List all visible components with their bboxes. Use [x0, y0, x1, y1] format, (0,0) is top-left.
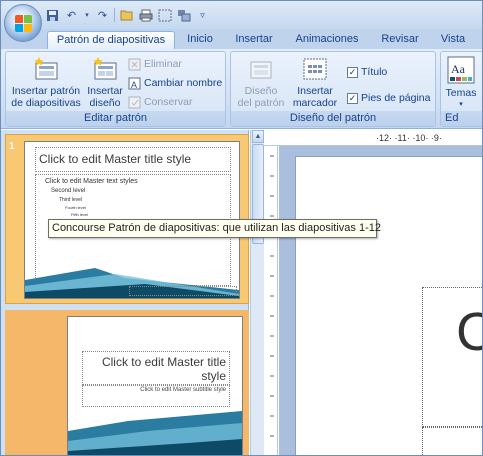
group-editar-patron: Insertar patrón de diapositivas Insertar…	[5, 51, 226, 127]
themes-label: Temas	[445, 87, 477, 99]
current-slide-canvas[interactable]: C	[295, 156, 482, 455]
office-button[interactable]	[4, 4, 42, 42]
insert-placeholder-label-2: marcador	[292, 97, 338, 109]
ruler-labels: ·12· ·11· ·10· ·9·	[376, 133, 442, 143]
layout-icon[interactable]	[176, 8, 191, 23]
delete-icon	[128, 58, 141, 70]
themes-icon: Aa	[447, 56, 475, 84]
rename-button[interactable]: A Cambiar nombre	[128, 75, 222, 91]
insert-slide-master-icon	[33, 56, 59, 82]
powerpoint-window: ↶ ▾ ↷ ▿ Patrón de diapositivas Inicio In…	[0, 0, 483, 456]
save-icon[interactable]	[45, 8, 60, 23]
preserve-button[interactable]: Conservar	[128, 94, 192, 110]
open-folder-icon[interactable]	[119, 8, 134, 23]
customize-qat-icon[interactable]: ▿	[195, 8, 210, 23]
title-checkbox-box[interactable]: ✓	[347, 66, 358, 78]
horizontal-ruler: ·12· ·11· ·10· ·9·	[264, 130, 482, 146]
slide-editing-area[interactable]: C	[279, 146, 482, 455]
title-bar: ↶ ▾ ↷ ▿	[1, 1, 482, 29]
insert-slide-master-button[interactable]: Insertar patrón de diapositivas	[10, 56, 82, 109]
office-logo-icon	[15, 15, 32, 32]
tab-inicio[interactable]: Inicio	[179, 31, 221, 49]
ribbon: Insertar patrón de diapositivas Insertar…	[1, 49, 482, 129]
svg-text:A: A	[131, 80, 137, 90]
layout-title-text: Click to edit Master title style	[101, 355, 226, 383]
master-footer-placeholder	[129, 286, 237, 296]
themes-icon-text: Aa	[451, 62, 466, 76]
footer-checkbox-box[interactable]: ✓	[347, 92, 358, 104]
slide-title-glyph: C	[456, 301, 482, 363]
insert-placeholder-button[interactable]: Insertar marcador	[287, 56, 343, 109]
group-label-editar-tema: Ed	[441, 111, 482, 126]
master-body-l4: Fourth level	[65, 205, 86, 210]
toolbar-divider	[114, 8, 115, 22]
ribbon-tabs: Patrón de diapositivas Inicio Insertar A…	[1, 29, 482, 49]
layout-subtitle-text: Click to edit Master subtitle style	[140, 387, 226, 393]
insert-slide-master-label-1: Insertar patrón	[11, 85, 81, 97]
insert-layout-label-2: diseño	[89, 97, 121, 109]
tab-insertar[interactable]: Insertar	[229, 31, 279, 49]
insert-placeholder-icon	[302, 56, 328, 82]
thumbnail-slot-layout[interactable]: Click to edit Master title style Click t…	[5, 310, 249, 455]
slide-number: 1	[9, 141, 15, 152]
insert-slide-master-label-2: de diapositivas	[11, 97, 81, 109]
master-body-l1: Click to edit Master text styles	[45, 178, 138, 185]
thumbnail-scrollbar[interactable]: ▲	[250, 130, 264, 455]
vertical-ruler	[264, 146, 278, 455]
master-layout-label-1: Diseño	[244, 85, 278, 97]
delete-label: Eliminar	[144, 58, 182, 70]
group-diseno-patron: Diseño del patrón Insertar marcador ✓ Tí…	[230, 51, 436, 127]
master-layout-icon	[248, 56, 274, 82]
delete-button[interactable]: Eliminar	[128, 56, 182, 72]
title-checkbox[interactable]: ✓ Título	[347, 64, 387, 80]
tab-revisar[interactable]: Revisar	[375, 31, 425, 49]
group-label-editar-patron: Editar patrón	[6, 111, 225, 126]
master-body-l2: Second level	[51, 188, 86, 194]
undo-icon[interactable]: ↶	[64, 8, 79, 23]
rename-label: Cambiar nombre	[144, 77, 223, 89]
redo-icon[interactable]: ↷	[95, 8, 110, 23]
quick-access-toolbar: ↶ ▾ ↷ ▿	[45, 6, 210, 24]
scroll-up-icon[interactable]: ▲	[252, 130, 264, 143]
master-layout-button[interactable]: Diseño del patrón	[235, 56, 287, 109]
master-layout-label-2: del patrón	[237, 97, 285, 109]
thumbnail-pane: 1 Click to edit Master title style Click…	[1, 130, 249, 455]
footer-checkbox-label: Pies de página	[361, 92, 431, 104]
chevron-down-icon: ▾	[459, 101, 463, 108]
insert-layout-button[interactable]: Insertar diseño	[84, 56, 126, 109]
insert-layout-icon	[92, 56, 118, 82]
insert-layout-label-1: Insertar	[87, 85, 123, 97]
master-body-l5: Fifth level	[71, 212, 89, 217]
tab-patron-diapositivas[interactable]: Patrón de diapositivas	[47, 31, 175, 49]
group-editar-tema: Aa Temas ▾ Ed	[440, 51, 482, 127]
slide-subtitle-placeholder[interactable]	[422, 427, 482, 455]
preserve-label: Conservar	[144, 96, 193, 108]
master-body-l3: Third level	[59, 197, 83, 203]
title-checkbox-label: Título	[361, 66, 388, 78]
layout-slide-thumbnail[interactable]: Click to edit Master title style Click t…	[67, 316, 243, 455]
layout-slide-band	[68, 411, 242, 455]
themes-button[interactable]: Aa Temas ▾	[444, 56, 478, 111]
tab-animaciones[interactable]: Animaciones	[291, 31, 363, 49]
print-icon[interactable]	[138, 8, 153, 23]
selection-icon[interactable]	[157, 8, 172, 23]
preserve-icon	[128, 96, 141, 108]
footer-checkbox[interactable]: ✓ Pies de página	[347, 90, 430, 106]
tab-vista[interactable]: Vista	[433, 31, 473, 49]
rename-icon: A	[128, 77, 141, 90]
chevron-down-icon[interactable]: ▾	[83, 8, 91, 23]
group-label-diseno-patron: Diseño del patrón	[231, 111, 435, 126]
master-title-text: Click to edit Master title style	[39, 152, 192, 166]
vertical-ruler-ticks	[270, 155, 274, 437]
thumbnail-tooltip: Concourse Patrón de diapositivas: que ut…	[48, 219, 381, 238]
insert-placeholder-label-1: Insertar	[297, 85, 333, 97]
